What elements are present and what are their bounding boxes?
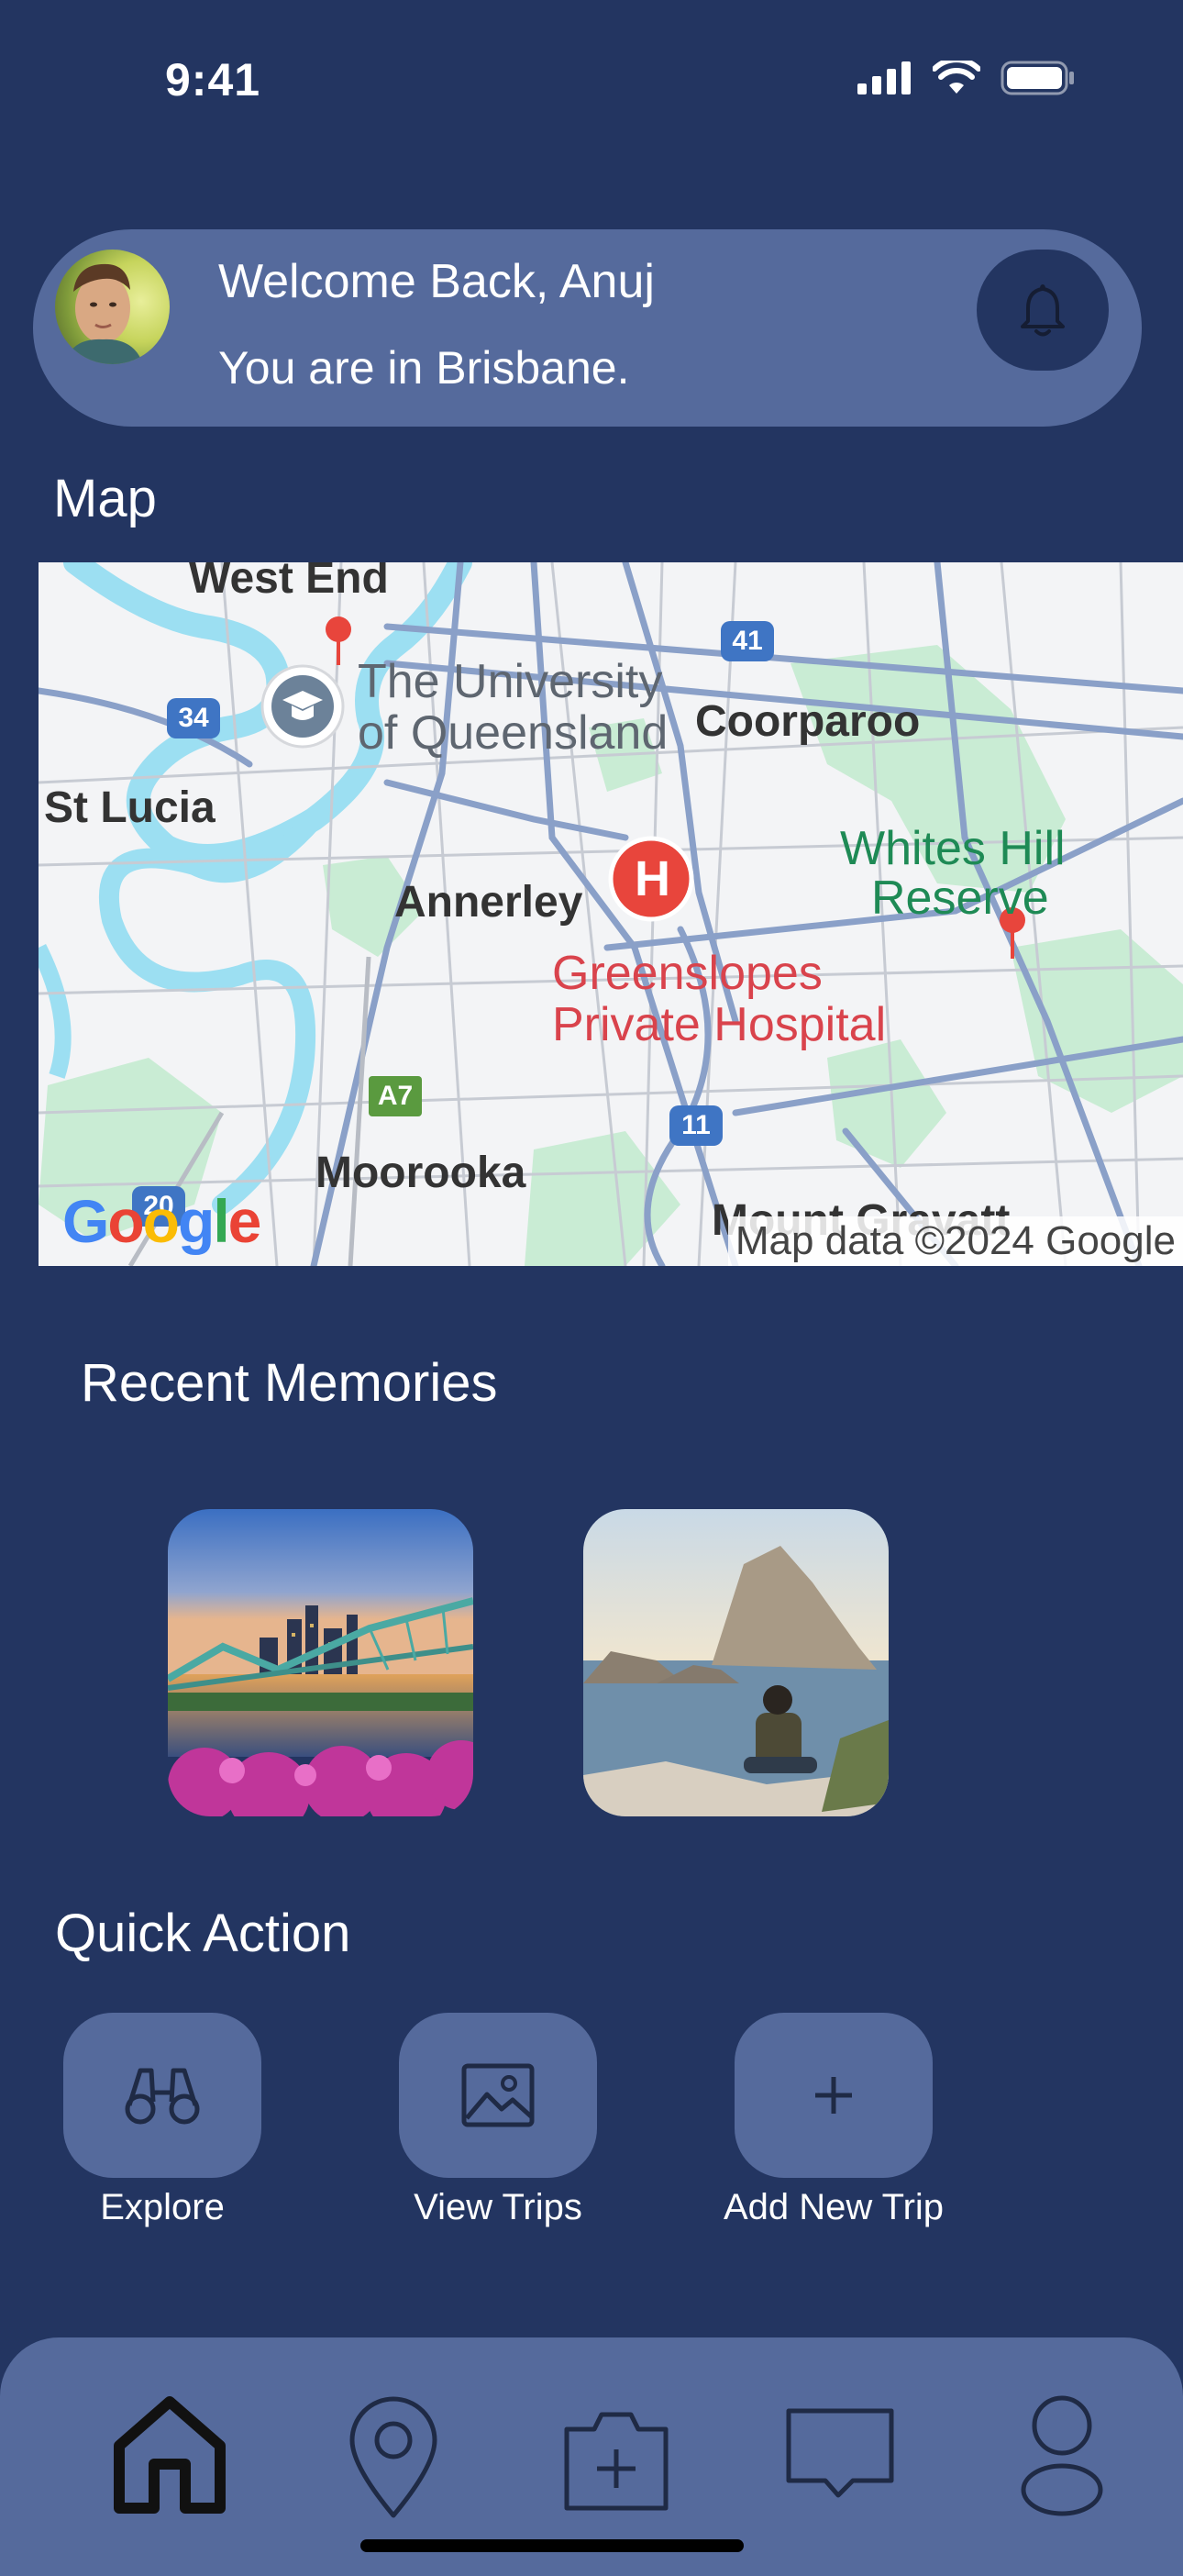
welcome-greeting: Welcome Back, Anuj — [218, 255, 655, 308]
map-attribution[interactable]: Map data ©2024 Google — [727, 1216, 1183, 1266]
nav-home[interactable] — [110, 2393, 229, 2522]
home-indicator[interactable] — [360, 2539, 744, 2552]
battery-icon — [1001, 61, 1074, 95]
memory-brisbane-bridge[interactable] — [168, 1509, 473, 1816]
quick-action-title: Quick Action — [55, 1904, 351, 1963]
add-new-trip-label: Add New Trip — [723, 2187, 945, 2227]
wifi-icon — [933, 61, 980, 94]
home-icon — [114, 2396, 226, 2514]
explore-button[interactable] — [63, 2013, 261, 2178]
nav-camera-add[interactable] — [561, 2393, 671, 2522]
map-label-st-lucia: St Lucia — [44, 783, 216, 832]
road-shield: A7 — [369, 1076, 422, 1116]
map-label-annerley: Annerley — [394, 878, 583, 927]
map-label-hospital-line1: Greenslopes — [552, 947, 823, 1000]
image-icon — [461, 2063, 535, 2127]
map-label-whites-hill-line2: Reserve — [871, 872, 1049, 925]
notification-button[interactable] — [977, 250, 1109, 371]
map-label-moorooka: Moorooka — [315, 1149, 526, 1197]
nav-chat[interactable] — [785, 2393, 895, 2507]
google-logo: Google — [62, 1187, 261, 1255]
map-label-uq-line1: The University — [358, 655, 663, 708]
memory-coastal-rock[interactable] — [583, 1509, 889, 1816]
add-new-trip-button[interactable] — [735, 2013, 933, 2178]
map-label-west-end: West End — [189, 562, 389, 603]
map-label-coorparoo: Coorparoo — [695, 697, 921, 746]
map-view[interactable]: West End The University of Queensland Co… — [39, 562, 1183, 1266]
bell-icon — [1021, 284, 1065, 337]
signal-icon — [857, 61, 911, 94]
map-label-hospital-line2: Private Hospital — [552, 998, 887, 1051]
map-label-uq-line2: of Queensland — [358, 706, 669, 760]
nav-location[interactable] — [345, 2393, 442, 2526]
chat-icon — [786, 2408, 894, 2498]
road-shield: 41 — [721, 621, 774, 661]
location-pin-icon — [349, 2396, 437, 2518]
map-section-title: Map — [53, 469, 157, 528]
plus-icon — [815, 2077, 852, 2114]
profile-icon — [1021, 2395, 1103, 2516]
status-icons — [857, 61, 1076, 95]
view-trips-label: View Trips — [414, 2187, 582, 2227]
map-label-whites-hill-line1: Whites Hill — [840, 822, 1066, 875]
status-time: 9:41 — [165, 54, 261, 105]
nav-profile[interactable] — [1018, 2393, 1106, 2522]
explore-label: Explore — [100, 2187, 225, 2227]
camera-add-icon — [564, 2412, 669, 2511]
road-shield: 34 — [167, 698, 220, 738]
memories-section-title: Recent Memories — [81, 1353, 498, 1413]
binoculars-icon — [125, 2068, 200, 2125]
view-trips-button[interactable] — [399, 2013, 597, 2178]
avatar[interactable] — [55, 250, 170, 364]
road-shield: 11 — [669, 1105, 723, 1146]
hospital-marker[interactable]: H — [635, 850, 670, 907]
location-text: You are in Brisbane. — [218, 342, 630, 394]
